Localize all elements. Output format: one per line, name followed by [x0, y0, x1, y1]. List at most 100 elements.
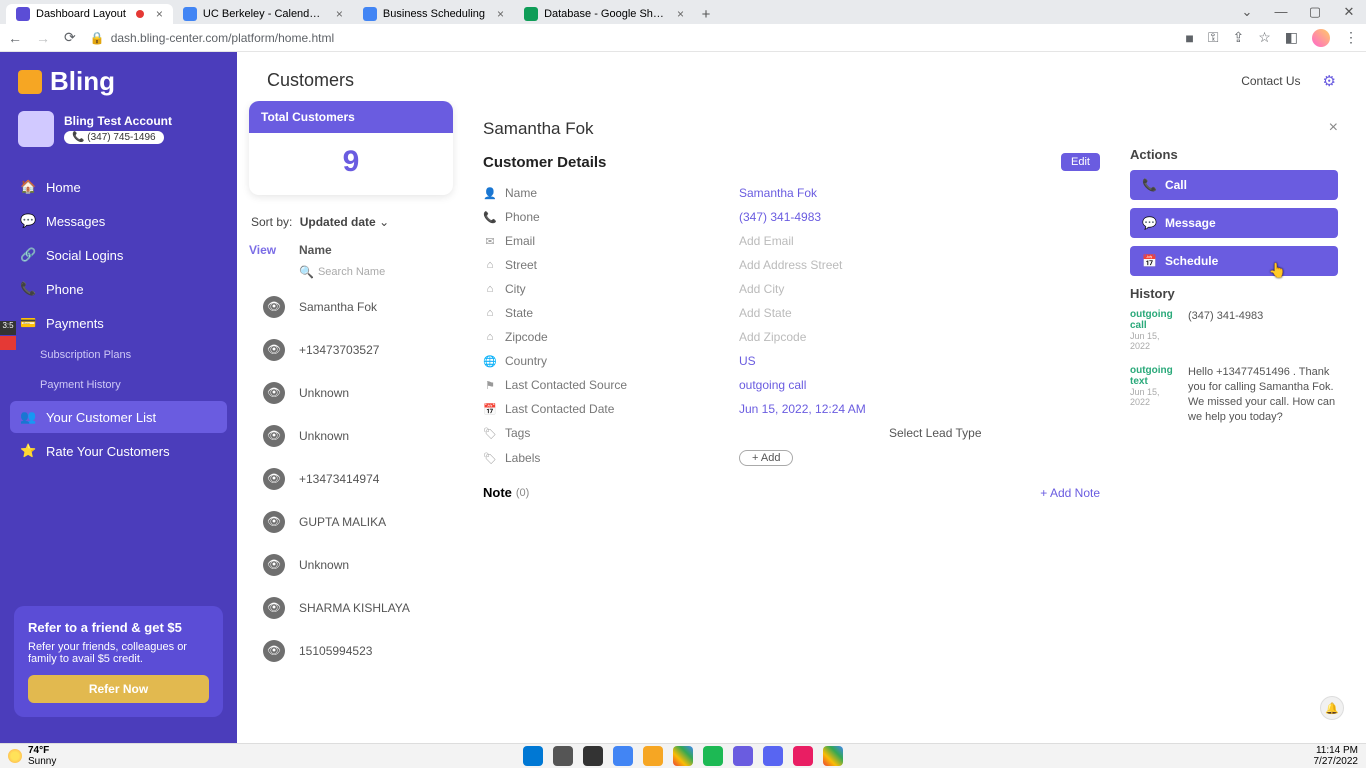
field-label: City: [505, 282, 526, 296]
chrome-icon[interactable]: [673, 746, 693, 766]
eye-icon[interactable]: 👁: [263, 511, 285, 533]
weather-widget[interactable]: 74°F Sunny: [8, 745, 56, 767]
spotify-icon[interactable]: [703, 746, 723, 766]
schedule-button[interactable]: 📅Schedule👆: [1130, 246, 1338, 276]
app-icon[interactable]: [643, 746, 663, 766]
field-value[interactable]: Add City: [739, 282, 784, 296]
close-icon[interactable]: ×: [336, 7, 343, 21]
customer-list-panel: Total Customers 9 Sort by: Updated date …: [237, 101, 453, 743]
chrome-icon[interactable]: [823, 746, 843, 766]
browser-tab-3[interactable]: Database - Google Sheets ×: [514, 4, 694, 24]
message-button[interactable]: 💬Message: [1130, 208, 1338, 238]
sidebar-item-home[interactable]: 🏠Home: [10, 171, 227, 203]
close-icon[interactable]: ×: [677, 7, 684, 21]
share-icon[interactable]: ⇪: [1232, 29, 1244, 46]
url-field[interactable]: 🔒 dash.bling-center.com/platform/home.ht…: [90, 31, 334, 45]
app-icon[interactable]: [793, 746, 813, 766]
customer-row[interactable]: 👁 GUPTA MALIKA: [249, 500, 453, 543]
customer-row[interactable]: 👁Unknown: [249, 543, 453, 586]
field-value[interactable]: Add Email: [739, 234, 794, 248]
sort-control[interactable]: Sort by: Updated date ⌄: [249, 209, 453, 239]
customer-row[interactable]: 👁 15105994523: [249, 629, 453, 672]
forward-icon[interactable]: →: [36, 30, 50, 46]
search-icon[interactable]: [553, 746, 573, 766]
eye-icon[interactable]: 👁: [263, 296, 285, 318]
search-input[interactable]: 🔍 Search Name: [249, 263, 453, 285]
close-window-icon[interactable]: ✕: [1332, 4, 1366, 24]
note-header: Note (0) + Add Note: [483, 485, 1100, 500]
camera-icon[interactable]: ■: [1185, 30, 1193, 46]
add-note-link[interactable]: + Add Note: [1040, 486, 1100, 500]
panel-icon[interactable]: ◧: [1285, 29, 1298, 46]
account-phone-badge: 📞 (347) 745-1496: [64, 131, 164, 144]
sidebar-item-phone[interactable]: 📞Phone: [10, 273, 227, 305]
star-icon[interactable]: ☆: [1258, 29, 1271, 46]
eye-icon[interactable]: 👁: [263, 640, 285, 662]
back-icon[interactable]: ←: [8, 30, 22, 46]
key-icon[interactable]: ⚿: [1208, 29, 1219, 46]
browser-tab-1[interactable]: UC Berkeley - Calendar - Week o ×: [173, 4, 353, 24]
app-icon[interactable]: [733, 746, 753, 766]
brand-name: Bling: [50, 66, 115, 97]
customer-row[interactable]: 👁Samantha Fok: [249, 285, 453, 328]
browser-tab-2[interactable]: Business Scheduling ×: [353, 4, 514, 24]
sidebar-item-messages[interactable]: 💬Messages: [10, 205, 227, 237]
action-label: Schedule: [1165, 254, 1218, 268]
customer-row[interactable]: 👁+13473414974: [249, 457, 453, 500]
field-value[interactable]: Add Zipcode: [739, 330, 806, 344]
field-label: Phone: [505, 210, 540, 224]
discord-icon[interactable]: [763, 746, 783, 766]
maximize-icon[interactable]: ▢: [1298, 4, 1332, 24]
menu-icon[interactable]: ⋮: [1344, 29, 1358, 46]
customer-row[interactable]: 👁Unknown: [249, 414, 453, 457]
eye-icon[interactable]: 👁: [263, 425, 285, 447]
taskview-icon[interactable]: [583, 746, 603, 766]
eye-icon[interactable]: 👁: [263, 382, 285, 404]
note-label: Note: [483, 485, 512, 500]
customer-row[interactable]: 👁 SHARMA KISHLAYA: [249, 586, 453, 629]
eye-icon[interactable]: 👁: [263, 339, 285, 361]
new-tab-button[interactable]: +: [694, 4, 718, 24]
link-icon: 🔗: [20, 247, 36, 263]
eye-icon[interactable]: 👁: [263, 597, 285, 619]
notification-icon[interactable]: 🔔: [1320, 696, 1344, 720]
contact-us-link[interactable]: Contact Us: [1241, 74, 1300, 88]
sidebar-item-social[interactable]: 🔗Social Logins: [10, 239, 227, 271]
chevron-down-icon[interactable]: ⌄: [1230, 4, 1264, 24]
refer-button[interactable]: Refer Now: [28, 675, 209, 703]
field-icon: 📅: [483, 403, 497, 416]
field-value: Jun 15, 2022, 12:24 AM: [739, 402, 866, 416]
customer-name: SHARMA KISHLAYA: [299, 601, 410, 615]
cursor-icon: 👆: [1269, 262, 1286, 279]
call-button[interactable]: 📞Call: [1130, 170, 1338, 200]
field-value[interactable]: Add State: [739, 306, 792, 320]
chat-icon: 💬: [1142, 216, 1157, 230]
start-icon[interactable]: [523, 746, 543, 766]
app-icon[interactable]: [613, 746, 633, 766]
customer-row[interactable]: 👁+13473703527: [249, 328, 453, 371]
customer-name: 15105994523: [299, 644, 372, 658]
add-label-pill[interactable]: + Add: [739, 450, 793, 466]
edit-button[interactable]: Edit: [1061, 153, 1100, 171]
close-icon[interactable]: ×: [497, 7, 504, 21]
nav: 🏠Home 💬Messages 🔗Social Logins 📞Phone 💳P…: [0, 161, 237, 467]
browser-tab-0[interactable]: Dashboard Layout ×: [6, 4, 173, 24]
sidebar-item-rate[interactable]: ⭐Rate Your Customers: [10, 435, 227, 467]
sidebar-item-customer-list[interactable]: 👥Your Customer List: [10, 401, 227, 433]
close-icon[interactable]: ×: [156, 7, 163, 21]
close-icon[interactable]: ×: [1130, 119, 1338, 137]
eye-icon[interactable]: 👁: [263, 468, 285, 490]
sidebar-sub-subscription[interactable]: Subscription Plans: [10, 341, 227, 369]
sidebar-item-payments[interactable]: 💳Payments: [10, 307, 227, 339]
profile-avatar-icon[interactable]: [1312, 29, 1330, 47]
gear-icon[interactable]: ⚙: [1323, 72, 1336, 90]
sidebar-sub-payment-history[interactable]: Payment History: [10, 371, 227, 399]
reload-icon[interactable]: ⟳: [64, 29, 76, 46]
customer-row[interactable]: 👁Unknown: [249, 371, 453, 414]
minimize-icon[interactable]: ―: [1264, 4, 1298, 24]
eye-icon[interactable]: 👁: [263, 554, 285, 576]
clock[interactable]: 11:14 PM 7/27/2022: [1314, 745, 1359, 767]
chat-icon: 💬: [20, 213, 36, 229]
field-value[interactable]: Add Address Street: [739, 258, 842, 272]
customer-name: GUPTA MALIKA: [299, 515, 386, 529]
